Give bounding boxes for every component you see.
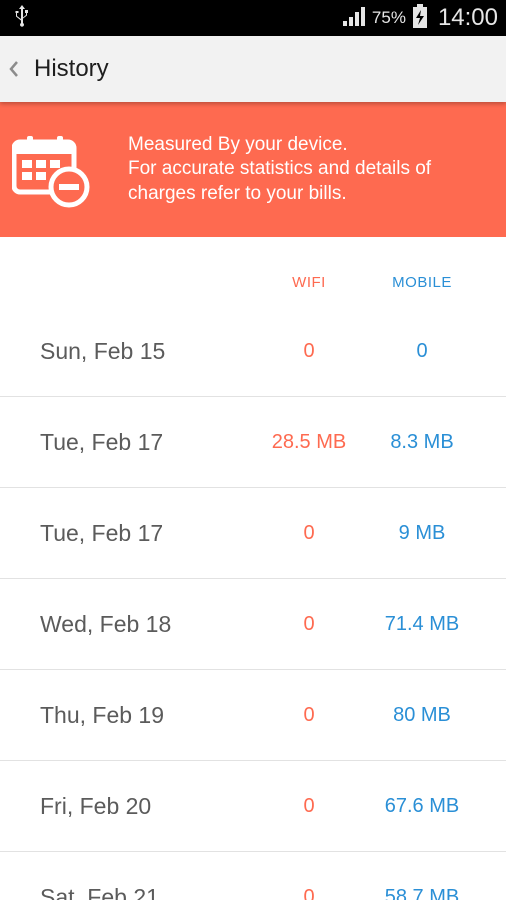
row-mobile-usage: 67.6 MB (384, 795, 460, 817)
signal-icon (342, 6, 366, 31)
list-item[interactable]: Wed, Feb 18 0 71.4 MB (0, 579, 506, 670)
row-mobile-usage: 80 MB (393, 704, 451, 726)
row-date: Fri, Feb 20 (40, 793, 152, 819)
row-mobile-usage: 9 MB (398, 522, 446, 544)
row-mobile-usage: 58.7 MB (384, 886, 460, 900)
row-wifi-usage: 28.5 MB (271, 431, 347, 453)
banner-line-2: For accurate statistics and details of (128, 158, 432, 180)
clock: 14:00 (437, 4, 498, 31)
row-date: Sun, Feb 15 (40, 338, 166, 364)
row-wifi-usage: 0 (303, 704, 315, 726)
row-wifi-usage: 0 (303, 886, 315, 900)
usb-icon (14, 4, 30, 33)
row-date: Tue, Feb 17 (40, 520, 164, 546)
banner-line-1: Measured By your device. (128, 133, 348, 155)
wifi-column-header: WIFI (292, 274, 326, 291)
row-wifi-usage: 0 (303, 522, 315, 544)
banner-text: Measured By your device. For accurate st… (128, 133, 488, 207)
list-item[interactable]: Sat, Feb 21 0 58.7 MB (0, 852, 506, 900)
row-wifi-usage: 0 (303, 795, 315, 817)
status-bar: 75% 14:00 (0, 0, 506, 36)
list-item[interactable]: Tue, Feb 17 0 9 MB (0, 488, 506, 579)
row-wifi-usage: 0 (303, 613, 315, 635)
battery-charging-icon (412, 3, 428, 33)
mobile-column-header: MOBILE (392, 274, 452, 291)
list-item[interactable]: Fri, Feb 20 0 67.6 MB (0, 761, 506, 852)
row-date: Thu, Feb 19 (40, 702, 165, 728)
row-date: Tue, Feb 17 (40, 429, 164, 455)
row-date: Wed, Feb 18 (40, 611, 172, 637)
back-chevron-icon[interactable] (0, 36, 28, 102)
history-list: Sun, Feb 15 0 0 Tue, Feb 17 28.5 MB 8.3 … (0, 306, 506, 900)
page-title: History (34, 55, 109, 82)
row-date: Sat, Feb 21 (40, 884, 159, 900)
list-item[interactable]: Tue, Feb 17 28.5 MB 8.3 MB (0, 397, 506, 488)
info-banner: Measured By your device. For accurate st… (0, 102, 506, 237)
calendar-minus-icon (11, 130, 92, 210)
battery-percent: 75% (371, 8, 406, 27)
row-mobile-usage: 71.4 MB (384, 613, 460, 635)
list-item[interactable]: Sun, Feb 15 0 0 (0, 306, 506, 397)
row-wifi-usage: 0 (303, 340, 315, 362)
row-mobile-usage: 0 (416, 340, 428, 362)
action-bar: History (0, 36, 506, 102)
banner-line-3: charges refer to your bills. (128, 182, 347, 204)
column-headers: WIFI MOBILE (0, 237, 506, 317)
row-mobile-usage: 8.3 MB (390, 431, 454, 453)
status-right: 75% 14:00 (342, 3, 498, 33)
status-left (14, 4, 30, 33)
list-item[interactable]: Thu, Feb 19 0 80 MB (0, 670, 506, 761)
